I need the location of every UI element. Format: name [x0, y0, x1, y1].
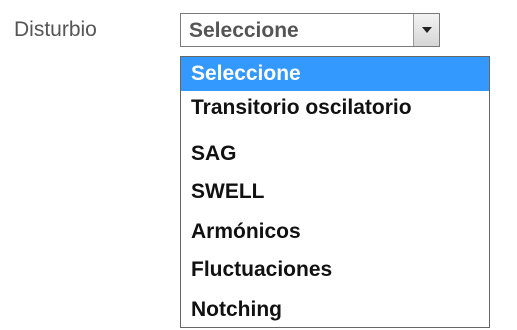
option-swell[interactable]: SWELL [181, 175, 489, 209]
chevron-down-icon [422, 27, 432, 33]
option-sag[interactable]: SAG [181, 137, 489, 171]
dropdown-list: Seleccione Transitorio oscilatorio SAG S… [180, 56, 490, 328]
select-current-value: Seleccione [189, 19, 299, 42]
dropdown-toggle-button[interactable] [413, 14, 439, 46]
option-notching[interactable]: Notching [181, 293, 489, 327]
option-fluctuaciones[interactable]: Fluctuaciones [181, 253, 489, 287]
option-transitorio-oscilatorio[interactable]: Transitorio oscilatorio [181, 91, 489, 125]
option-armonicos[interactable]: Armónicos [181, 215, 489, 249]
disturbio-label: Disturbio [14, 18, 97, 41]
option-seleccione[interactable]: Seleccione [181, 57, 489, 91]
disturbio-select[interactable]: Seleccione [180, 13, 440, 47]
